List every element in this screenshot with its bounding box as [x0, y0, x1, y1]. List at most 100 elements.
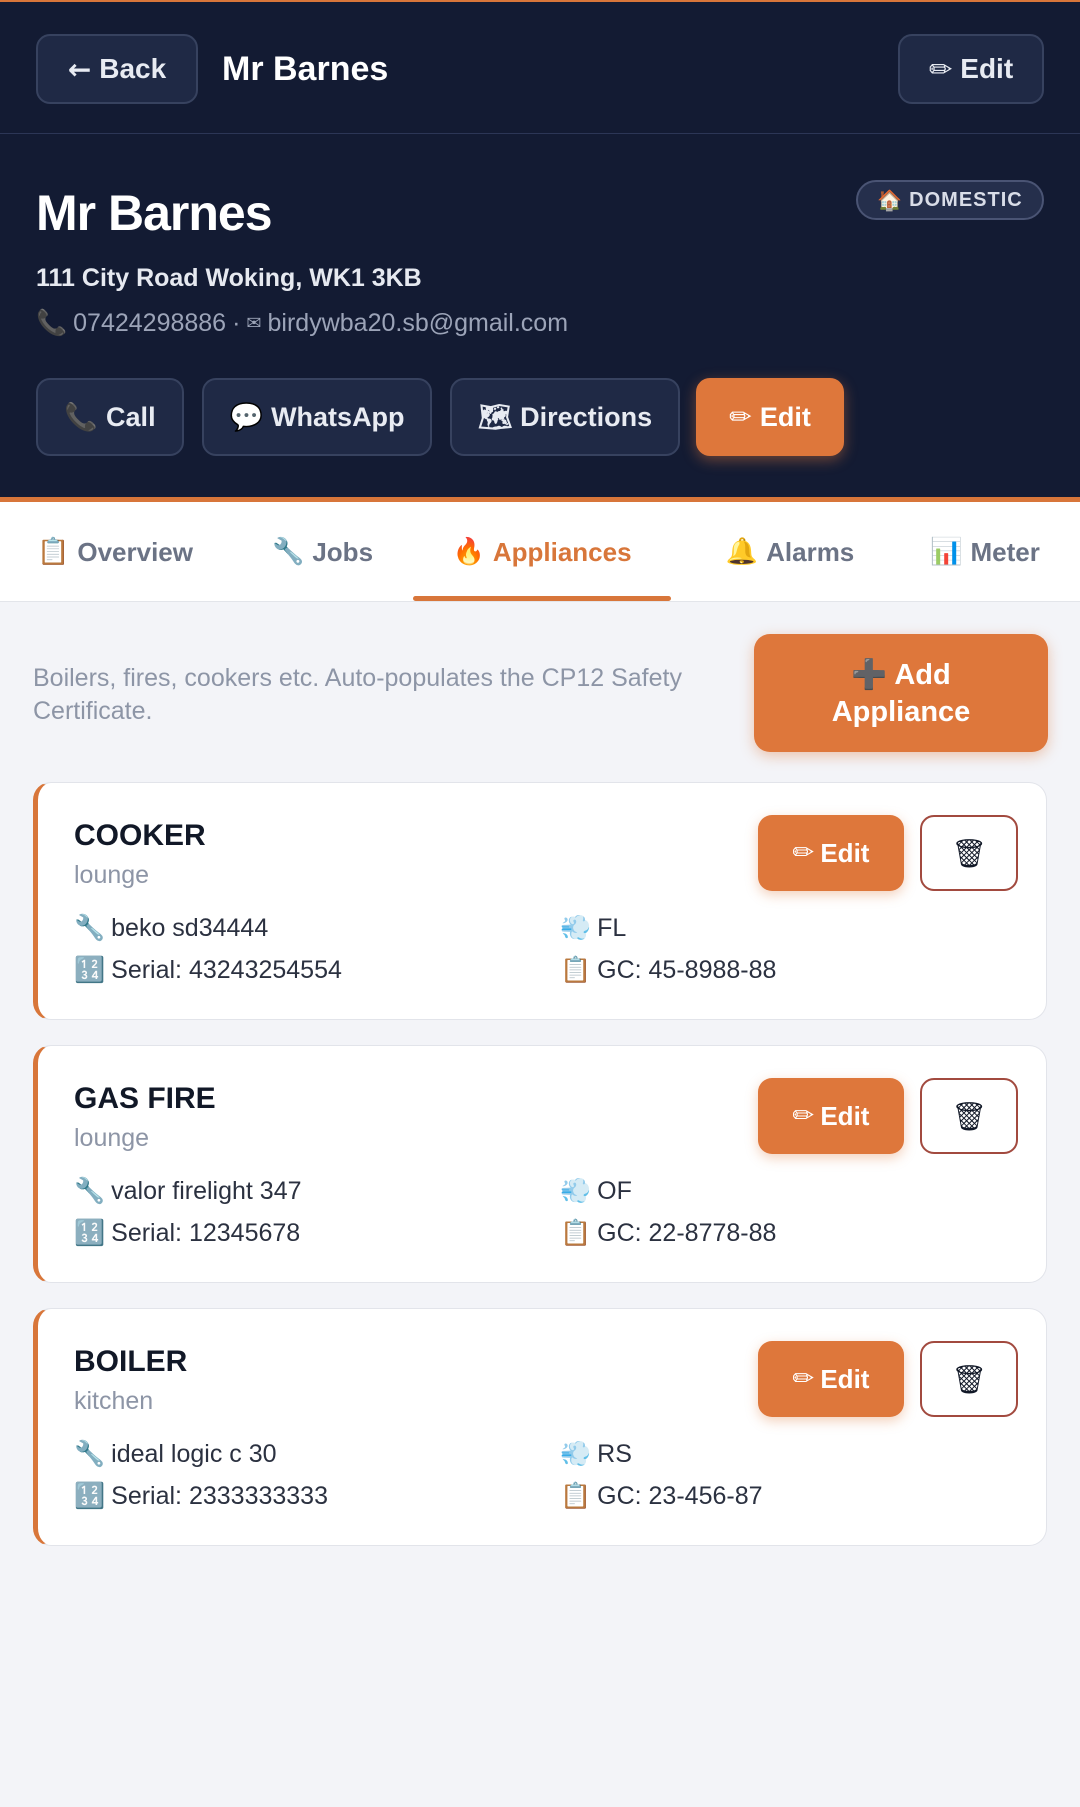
delete-appliance-button[interactable]: 🗑 — [920, 815, 1018, 891]
edit-customer-button[interactable]: ✏ Edit — [898, 34, 1044, 104]
appliance-gc: 📋 GC: 23-456-87 — [560, 1481, 763, 1511]
appliance-location: lounge — [74, 861, 150, 889]
trash-icon: 🗑 — [951, 1099, 987, 1133]
appliance-type: GAS FIRE — [74, 1082, 216, 1115]
bell-icon: 🔔 — [725, 537, 759, 567]
serial-value: Serial: 2333333333 — [111, 1481, 328, 1510]
directions-label: Directions — [520, 401, 653, 432]
appliance-location: kitchen — [74, 1387, 154, 1415]
plus-icon: ➕ — [851, 656, 888, 691]
appliance-serial: 🔢 Serial: 43243254554 — [74, 955, 342, 985]
whatsapp-button[interactable]: 💬 WhatsApp — [202, 378, 432, 456]
call-button[interactable]: 📞 Call — [36, 378, 184, 456]
arrow-left-icon: ← — [67, 52, 92, 86]
edit-appliance-button[interactable]: ✏ Edit — [758, 1341, 904, 1417]
gc-value: GC: 45-8988-88 — [597, 955, 777, 984]
call-label: Call — [106, 401, 156, 432]
tab-overview[interactable]: 📋 Overview — [0, 502, 230, 602]
active-tab-indicator — [413, 596, 671, 601]
appliance-card: COOKER lounge ✏ Edit 🗑 🔧 beko sd34444 💨 … — [33, 782, 1047, 1020]
flue-value: OF — [597, 1176, 632, 1205]
pencil-icon: ✏ — [792, 1101, 815, 1131]
appliance-make-model: 🔧 valor firelight 347 — [74, 1176, 302, 1206]
appliance-gc: 📋 GC: 45-8988-88 — [560, 955, 776, 985]
back-button[interactable]: ← Back — [36, 34, 198, 104]
appliance-flue: 💨 RS — [560, 1439, 632, 1469]
flue-value: RS — [597, 1439, 632, 1468]
directions-button[interactable]: 🗺 Directions — [450, 378, 680, 456]
appliance-make-model: 🔧 beko sd34444 — [74, 913, 268, 943]
pencil-icon: ✏ — [928, 52, 953, 86]
page-title: Mr Barnes — [222, 50, 389, 88]
numbers-icon: 🔢 — [74, 1481, 106, 1510]
tab-meter-label: Meter — [970, 536, 1040, 567]
tab-appliances[interactable]: 🔥 Appliances — [413, 502, 671, 602]
serial-value: Serial: 12345678 — [111, 1218, 301, 1247]
edit-appliance-label: Edit — [820, 1100, 870, 1131]
tab-bar: 📋 Overview 🔧 Jobs 🔥 Appliances 🔔 Alarms … — [0, 502, 1080, 602]
appliance-flue: 💨 FL — [560, 913, 626, 943]
numbers-icon: 🔢 — [74, 1218, 106, 1247]
delete-appliance-button[interactable]: 🗑 — [920, 1341, 1018, 1417]
flue-value: FL — [597, 913, 627, 942]
customer-name: Mr Barnes — [36, 185, 273, 241]
edit-action-button[interactable]: ✏ Edit — [696, 378, 844, 456]
wrench-icon: 🔧 — [74, 913, 106, 942]
edit-appliance-label: Edit — [820, 1363, 870, 1394]
back-button-label: Back — [99, 53, 167, 84]
tab-jobs[interactable]: 🔧 Jobs — [240, 502, 405, 602]
appliance-flue: 💨 OF — [560, 1176, 632, 1206]
phone-icon: 📞 — [64, 402, 99, 433]
numbers-icon: 🔢 — [74, 955, 106, 984]
appliance-card: GAS FIRE lounge ✏ Edit 🗑 🔧 valor firelig… — [33, 1045, 1047, 1283]
make-model-value: beko sd34444 — [111, 913, 269, 942]
wrench-icon: 🔧 — [271, 537, 305, 567]
customer-header: 🏠 DOMESTIC Mr Barnes 111 City Road Wokin… — [0, 134, 1080, 502]
edit-appliance-button[interactable]: ✏ Edit — [758, 815, 904, 891]
add-appliance-button[interactable]: ➕ Add Appliance — [754, 634, 1048, 752]
envelope-icon: ✉ — [246, 312, 262, 334]
customer-contact: 📞 07424298886 · ✉ birdywba20.sb@gmail.co… — [36, 308, 568, 338]
fire-icon: 🔥 — [452, 537, 485, 567]
tab-overview-label: Overview — [77, 536, 193, 567]
edit-appliance-label: Edit — [820, 837, 870, 868]
customer-type-label: DOMESTIC — [909, 188, 1023, 211]
customer-phone[interactable]: 07424298886 — [73, 309, 226, 338]
make-model-value: ideal logic c 30 — [111, 1439, 277, 1468]
top-bar: ← Back Mr Barnes ✏ Edit — [0, 0, 1080, 134]
customer-type-badge: 🏠 DOMESTIC — [856, 180, 1044, 220]
clipboard-icon: 📋 — [560, 1218, 592, 1247]
tab-meter[interactable]: 📊 Meter — [900, 502, 1070, 602]
edit-appliance-button[interactable]: ✏ Edit — [758, 1078, 904, 1154]
wind-icon: 💨 — [560, 913, 592, 942]
appliance-gc: 📋 GC: 22-8778-88 — [560, 1218, 776, 1248]
wind-icon: 💨 — [560, 1439, 592, 1468]
map-icon: 🗺 — [477, 402, 513, 433]
tab-alarms-label: Alarms — [766, 536, 855, 567]
clipboard-icon: 📋 — [36, 537, 70, 567]
customer-email[interactable]: birdywba20.sb@gmail.com — [268, 309, 569, 338]
tab-alarms[interactable]: 🔔 Alarms — [690, 502, 890, 602]
add-label: Add — [894, 658, 951, 691]
wrench-icon: 🔧 — [74, 1176, 106, 1205]
edit-button-label: Edit — [960, 53, 1014, 84]
add-appliance-line1: ➕ Add — [851, 656, 950, 694]
house-icon: 🏠 — [877, 188, 904, 212]
appliance-location: lounge — [74, 1124, 150, 1152]
clipboard-icon: 📋 — [560, 955, 592, 984]
appliance-type: BOILER — [74, 1345, 188, 1378]
appliance-make-model: 🔧 ideal logic c 30 — [74, 1439, 277, 1469]
clipboard-icon: 📋 — [560, 1481, 592, 1510]
delete-appliance-button[interactable]: 🗑 — [920, 1078, 1018, 1154]
wrench-icon: 🔧 — [74, 1439, 106, 1468]
customer-address: 111 City Road Woking, WK1 3KB — [36, 264, 422, 292]
pencil-icon: ✏ — [792, 838, 815, 868]
add-appliance-line2: Appliance — [831, 695, 971, 728]
appliance-serial: 🔢 Serial: 2333333333 — [74, 1481, 328, 1511]
gc-value: GC: 23-456-87 — [597, 1481, 763, 1510]
trash-icon: 🗑 — [951, 836, 987, 870]
contact-separator: · — [232, 308, 241, 337]
appliance-card: BOILER kitchen ✏ Edit 🗑 🔧 ideal logic c … — [33, 1308, 1047, 1546]
appliances-intro: Boilers, fires, cookers etc. Auto-popula… — [33, 664, 682, 725]
bar-chart-icon: 📊 — [930, 537, 963, 567]
